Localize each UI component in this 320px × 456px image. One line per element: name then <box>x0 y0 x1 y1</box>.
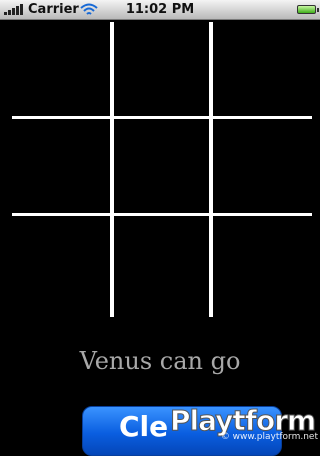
board-cell-3[interactable] <box>213 22 310 117</box>
board-cell-1[interactable] <box>12 22 109 117</box>
board-cell-5[interactable] <box>114 119 211 214</box>
watermark: Playtform © www.playtform.net <box>166 404 320 443</box>
status-clock: 11:02 PM <box>125 2 195 17</box>
tic-tac-toe-board <box>12 22 312 317</box>
board-cell-9[interactable] <box>213 216 310 311</box>
battery-icon <box>297 5 319 14</box>
status-bar: Carrier 11:02 PM <box>0 0 320 20</box>
board-cell-4[interactable] <box>12 119 109 214</box>
board-cell-6[interactable] <box>213 119 310 214</box>
board-cell-7[interactable] <box>12 216 109 311</box>
clear-button-label: Cle <box>119 410 169 443</box>
turn-status-text: Venus can go <box>79 347 241 375</box>
board-cell-2[interactable] <box>114 22 211 117</box>
watermark-url: © www.playtform.net <box>220 432 318 442</box>
board-cell-8[interactable] <box>114 216 211 311</box>
